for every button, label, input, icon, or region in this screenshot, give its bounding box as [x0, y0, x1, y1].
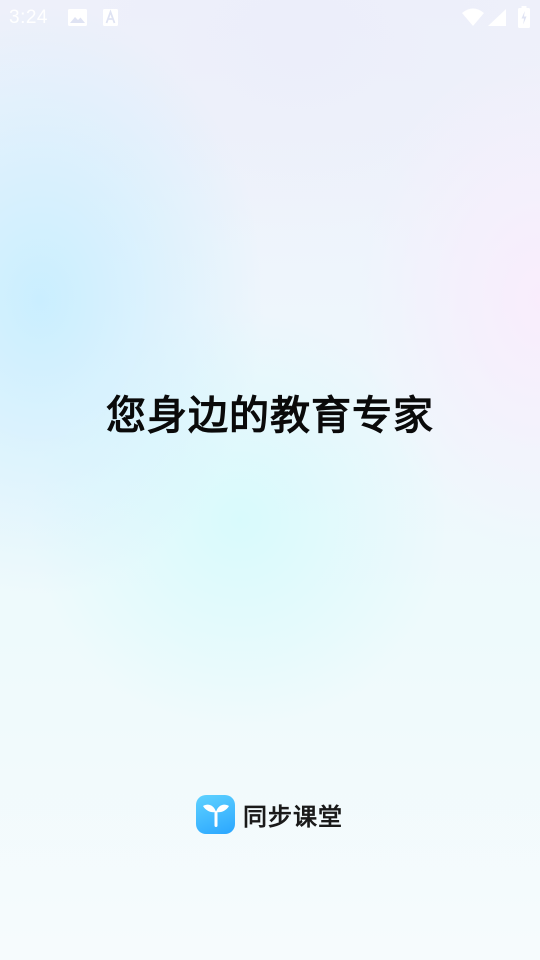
battery-icon	[518, 6, 530, 32]
wifi-icon	[462, 8, 484, 30]
image-icon	[68, 9, 87, 30]
sprout-icon	[196, 794, 235, 834]
signal-icon	[488, 9, 506, 30]
brand-lockup: 同步课堂	[196, 794, 343, 834]
slogan: 您身边的教育专家	[106, 393, 434, 439]
status-time: 3:24	[9, 7, 48, 28]
app-name: 同步课堂	[243, 802, 343, 831]
status-bar: 3:24	[0, 0, 540, 36]
a-icon	[103, 9, 118, 30]
